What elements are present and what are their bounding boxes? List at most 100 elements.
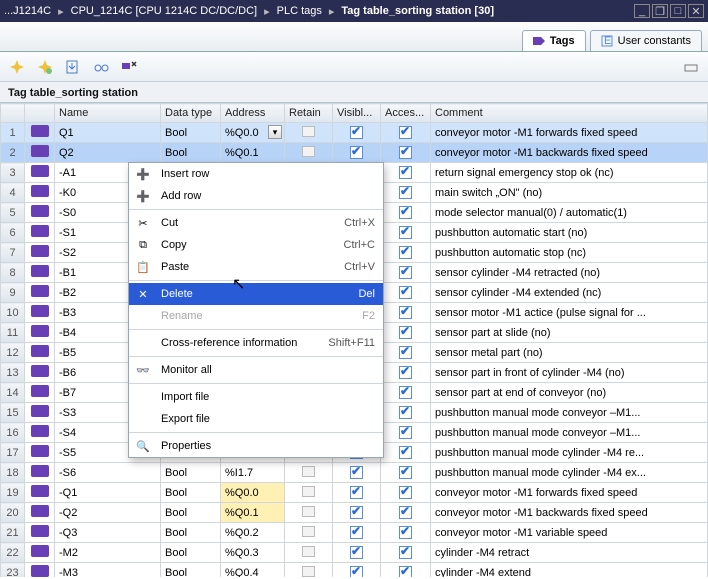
- menu-monitor-all[interactable]: 👓Monitor all: [129, 359, 383, 381]
- row-number[interactable]: 13: [1, 363, 25, 383]
- table-row[interactable]: 19-Q1Bool%Q0.0conveyor motor -M1 forward…: [1, 483, 708, 503]
- cell-retain[interactable]: [285, 563, 333, 578]
- menu-export-file[interactable]: Export file: [129, 408, 383, 430]
- cell-address[interactable]: %Q0.1: [221, 503, 285, 523]
- cell-comment[interactable]: conveyor motor -M1 forwards fixed speed: [431, 483, 708, 503]
- crumb-0[interactable]: ...J1214C: [4, 5, 51, 17]
- cell-access[interactable]: [381, 343, 431, 363]
- cell-datatype[interactable]: Bool: [161, 123, 221, 143]
- delete-button[interactable]: [118, 56, 140, 78]
- cell-access[interactable]: [381, 183, 431, 203]
- table-row[interactable]: 2 Q2Bool%Q0.1 conveyor motor -M1 backwards…: [1, 143, 708, 163]
- cell-comment[interactable]: sensor cylinder -M4 extended (nc): [431, 283, 708, 303]
- cell-datatype[interactable]: Bool: [161, 523, 221, 543]
- cell-retain[interactable]: [285, 123, 333, 143]
- cell-datatype[interactable]: Bool: [161, 463, 221, 483]
- cell-access[interactable]: [381, 523, 431, 543]
- cell-retain[interactable]: [285, 503, 333, 523]
- row-number[interactable]: 9: [1, 283, 25, 303]
- cell-access[interactable]: [381, 323, 431, 343]
- cell-comment[interactable]: conveyor motor -M1 forwards fixed speed: [431, 123, 708, 143]
- col-name[interactable]: Name: [55, 104, 161, 123]
- tab-user-constants[interactable]: E User constants: [590, 30, 702, 51]
- row-number[interactable]: 7: [1, 243, 25, 263]
- cell-name[interactable]: Q2: [55, 143, 161, 163]
- row-number[interactable]: 4: [1, 183, 25, 203]
- cell-retain[interactable]: [285, 463, 333, 483]
- cell-access[interactable]: [381, 503, 431, 523]
- row-number[interactable]: 22: [1, 543, 25, 563]
- menu-delete[interactable]: ✕DeleteDel: [129, 283, 383, 305]
- tab-tags[interactable]: Tags: [522, 30, 586, 51]
- cell-name[interactable]: -S6: [55, 463, 161, 483]
- cell-name[interactable]: -Q2: [55, 503, 161, 523]
- cell-access[interactable]: [381, 163, 431, 183]
- row-number[interactable]: 1: [1, 123, 25, 143]
- cell-access[interactable]: [381, 123, 431, 143]
- crumb-3[interactable]: Tag table_sorting station [30]: [341, 5, 494, 17]
- cell-access[interactable]: [381, 143, 431, 163]
- row-number[interactable]: 14: [1, 383, 25, 403]
- cell-comment[interactable]: conveyor motor -M1 backwards fixed speed: [431, 143, 708, 163]
- menu-insert-row[interactable]: ➕Insert row: [129, 163, 383, 185]
- menu-cross-reference-information[interactable]: Cross-reference informationShift+F11: [129, 332, 383, 354]
- cell-name[interactable]: -M3: [55, 563, 161, 578]
- cell-datatype[interactable]: Bool: [161, 563, 221, 578]
- table-row[interactable]: 21-Q3Bool%Q0.2conveyor motor -M1 variabl…: [1, 523, 708, 543]
- cell-visible[interactable]: [333, 543, 381, 563]
- cell-comment[interactable]: conveyor motor -M1 variable speed: [431, 523, 708, 543]
- menu-properties[interactable]: 🔍Properties: [129, 435, 383, 457]
- cell-retain[interactable]: [285, 483, 333, 503]
- row-number[interactable]: 19: [1, 483, 25, 503]
- cell-comment[interactable]: pushbutton manual mode conveyor –M1...: [431, 423, 708, 443]
- cell-comment[interactable]: pushbutton automatic stop (nc): [431, 243, 708, 263]
- cell-comment[interactable]: pushbutton manual mode cylinder -M4 ex..…: [431, 463, 708, 483]
- cell-name[interactable]: Q1: [55, 123, 161, 143]
- context-menu[interactable]: ➕Insert row➕Add row✂CutCtrl+X⧉CopyCtrl+C…: [128, 162, 384, 458]
- cell-comment[interactable]: main switch „ON" (no): [431, 183, 708, 203]
- row-number[interactable]: 3: [1, 163, 25, 183]
- col-datatype[interactable]: Data type: [161, 104, 221, 123]
- menu-copy[interactable]: ⧉CopyCtrl+C: [129, 234, 383, 256]
- menu-add-row[interactable]: ➕Add row: [129, 185, 383, 207]
- col-visible[interactable]: Visibl...: [333, 104, 381, 123]
- cell-comment[interactable]: return signal emergency stop ok (nc): [431, 163, 708, 183]
- cell-address[interactable]: %Q0.0: [221, 483, 285, 503]
- window-maximize-button[interactable]: □: [670, 4, 686, 18]
- cell-address[interactable]: %Q0.1: [221, 143, 285, 163]
- row-number[interactable]: 20: [1, 503, 25, 523]
- row-number[interactable]: 11: [1, 323, 25, 343]
- monitor-button[interactable]: [90, 56, 112, 78]
- table-row[interactable]: 23-M3Bool%Q0.4cylinder -M4 extend: [1, 563, 708, 578]
- row-number[interactable]: 2: [1, 143, 25, 163]
- cell-access[interactable]: [381, 303, 431, 323]
- cell-access[interactable]: [381, 483, 431, 503]
- menu-import-file[interactable]: Import file: [129, 386, 383, 408]
- row-number[interactable]: 8: [1, 263, 25, 283]
- cell-visible[interactable]: [333, 523, 381, 543]
- row-number[interactable]: 12: [1, 343, 25, 363]
- row-number[interactable]: 15: [1, 403, 25, 423]
- crumb-1[interactable]: CPU_1214C [CPU 1214C DC/DC/DC]: [71, 5, 257, 17]
- cell-access[interactable]: [381, 443, 431, 463]
- cell-address[interactable]: %Q0.2: [221, 523, 285, 543]
- col-access[interactable]: Acces...: [381, 104, 431, 123]
- row-number[interactable]: 6: [1, 223, 25, 243]
- table-row[interactable]: 1Q1Bool%Q0.0▾conveyor motor -M1 forwards…: [1, 123, 708, 143]
- cell-name[interactable]: -M2: [55, 543, 161, 563]
- cell-datatype[interactable]: Bool: [161, 503, 221, 523]
- cell-datatype[interactable]: Bool: [161, 543, 221, 563]
- cell-visible[interactable]: [333, 563, 381, 578]
- cell-comment[interactable]: pushbutton manual mode cylinder -M4 re..…: [431, 443, 708, 463]
- row-number[interactable]: 17: [1, 443, 25, 463]
- cell-datatype[interactable]: Bool: [161, 483, 221, 503]
- new-folder-button[interactable]: [34, 56, 56, 78]
- settings-button[interactable]: [680, 56, 702, 78]
- cell-address[interactable]: %I1.7: [221, 463, 285, 483]
- cell-retain[interactable]: [285, 143, 333, 163]
- cell-datatype[interactable]: Bool: [161, 143, 221, 163]
- cell-access[interactable]: [381, 563, 431, 578]
- cell-name[interactable]: -Q3: [55, 523, 161, 543]
- cell-access[interactable]: [381, 543, 431, 563]
- row-number[interactable]: 10: [1, 303, 25, 323]
